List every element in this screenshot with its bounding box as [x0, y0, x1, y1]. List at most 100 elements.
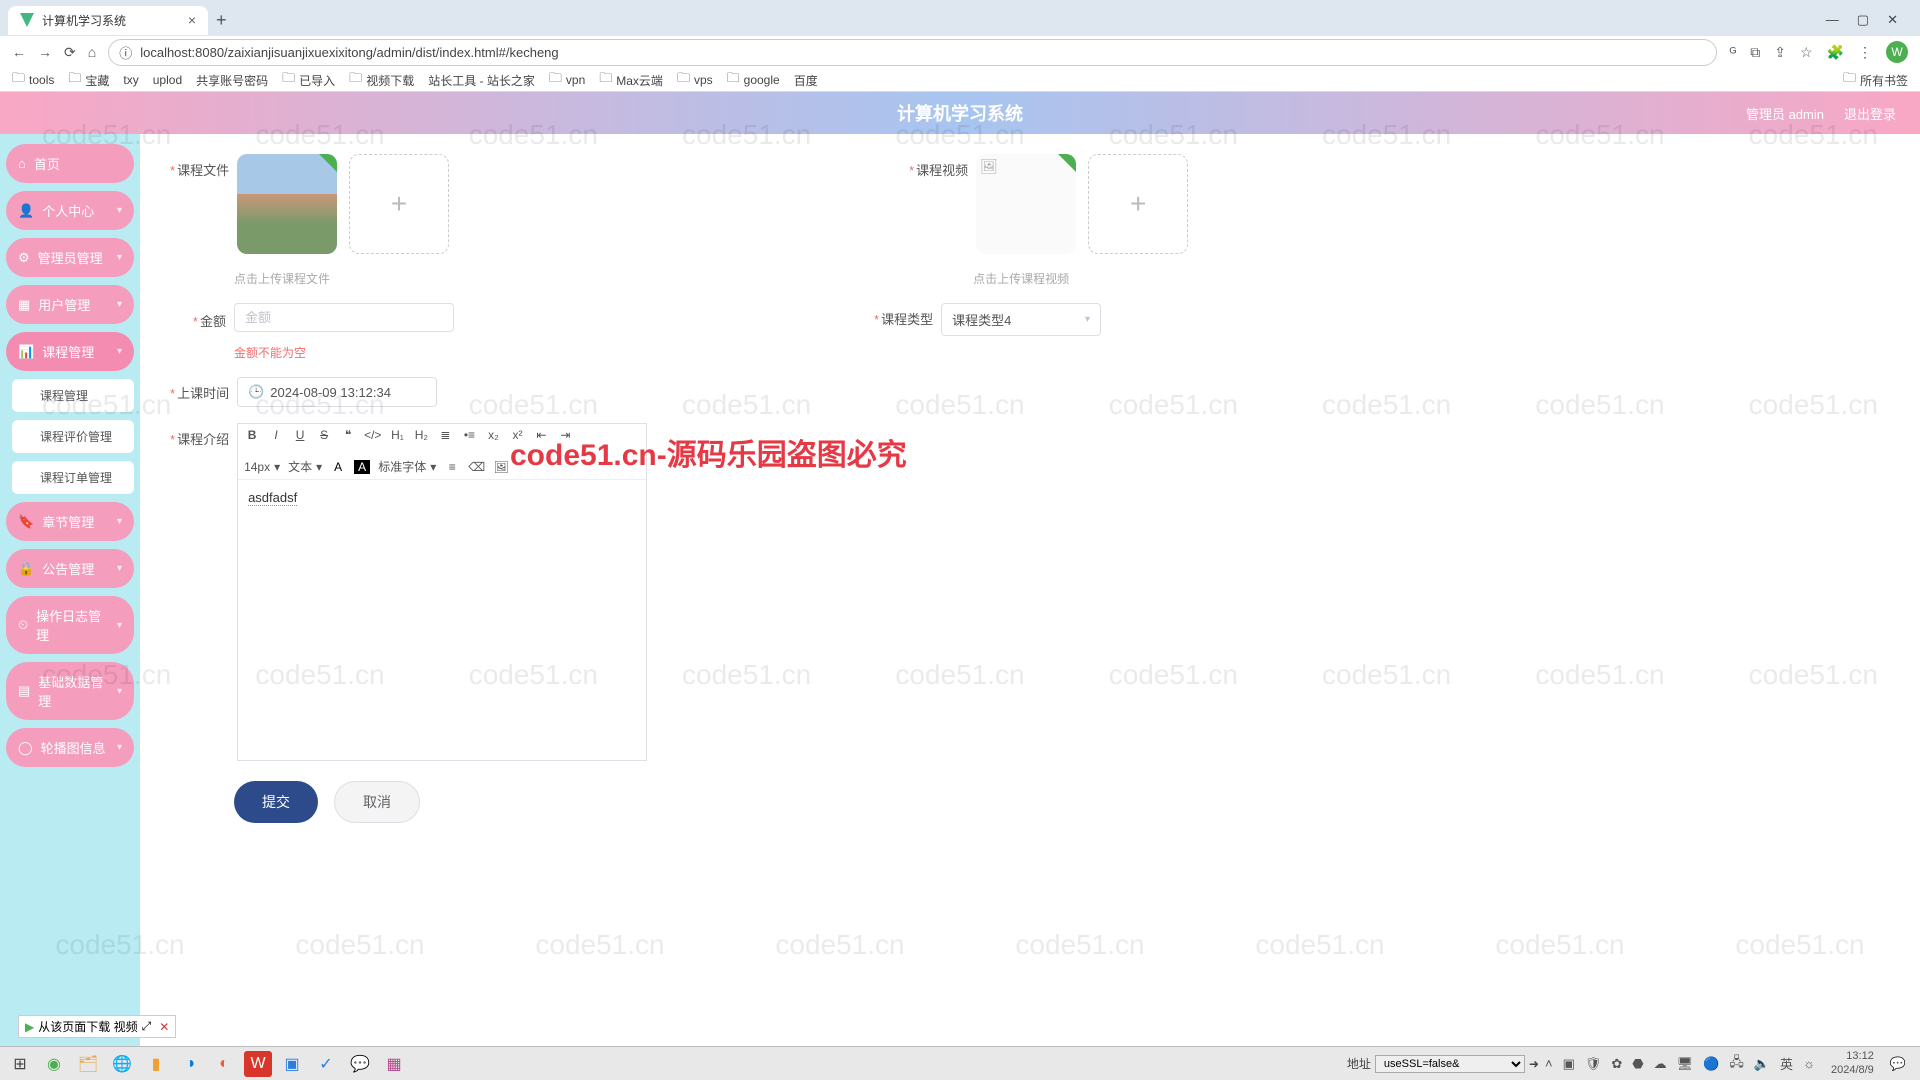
tray-volume-icon[interactable]: 🔈 — [1754, 1056, 1770, 1072]
bm-all[interactable]: 所有书签 — [1843, 69, 1908, 91]
tray-icon[interactable]: ☁ — [1654, 1056, 1667, 1072]
task-app-5[interactable]: ✓ — [312, 1051, 340, 1077]
task-ide[interactable]: ▦ — [380, 1051, 408, 1077]
tray-icon[interactable]: 🛡 — [1585, 1056, 1602, 1072]
bm-video[interactable]: 视频下载 — [349, 69, 414, 91]
notification-icon[interactable]: 💬 — [1890, 1056, 1906, 1072]
sub-icon[interactable]: x₂ — [485, 428, 501, 442]
outdent-icon[interactable]: ⇤ — [533, 428, 549, 442]
go-icon[interactable]: ➜ — [1529, 1057, 1539, 1071]
close-icon[interactable]: ✕ — [159, 1020, 169, 1034]
nav-banner[interactable]: ◯轮播图信息▾ — [6, 728, 134, 767]
taskbar-clock[interactable]: 13:12 2024/8/9 — [1825, 1050, 1880, 1076]
expand-icon[interactable]: ⤢ — [142, 1019, 152, 1034]
bm-vpn[interactable]: vpn — [549, 69, 585, 91]
task-app-3[interactable]: ◐ — [210, 1051, 238, 1077]
bg-color-icon[interactable]: A — [354, 460, 370, 474]
tray-up-icon[interactable]: ˄ — [1545, 1056, 1553, 1071]
font-style-select[interactable]: 文本 ▾ — [288, 458, 322, 475]
sql-select[interactable]: useSSL=false& — [1375, 1055, 1525, 1073]
tray-icon[interactable]: ▣ — [1563, 1056, 1575, 1072]
underline-icon[interactable]: U — [292, 428, 308, 442]
course-video-thumb[interactable] — [976, 154, 1076, 254]
tray-icon[interactable]: 🖥 — [1677, 1056, 1694, 1072]
price-input[interactable] — [234, 303, 454, 332]
italic-icon[interactable]: I — [268, 428, 284, 442]
bm-import[interactable]: 已导入 — [282, 69, 335, 91]
bm-max[interactable]: Max云端 — [599, 69, 663, 91]
image-icon[interactable]: 🖼 — [493, 460, 509, 474]
download-widget[interactable]: ▶ 从该页面下载 视频 ⤢ ✕ — [18, 1015, 176, 1038]
bold-icon[interactable]: B — [244, 428, 260, 442]
task-wechat[interactable]: 💬 — [346, 1051, 374, 1077]
font-family-select[interactable]: 标准字体 ▾ — [378, 458, 436, 475]
ul-icon[interactable]: •≡ — [461, 428, 477, 442]
nav-basedata[interactable]: ▤基础数据管理▾ — [6, 662, 134, 720]
minimize-icon[interactable]: — — [1826, 12, 1839, 28]
task-edge[interactable]: ◑ — [176, 1051, 204, 1077]
forward-icon[interactable]: → — [38, 44, 52, 60]
nav-chapter[interactable]: 🔖章节管理▾ — [6, 502, 134, 541]
close-window-icon[interactable]: ✕ — [1887, 12, 1898, 28]
datetime-input[interactable]: 🕒 2024-08-09 13:12:34 — [237, 377, 437, 407]
close-tab-icon[interactable]: × — [188, 12, 196, 28]
nav-log[interactable]: ⏲操作日志管理▾ — [6, 596, 134, 654]
font-size-select[interactable]: 14px ▾ — [244, 460, 280, 474]
home-icon[interactable]: ⌂ — [88, 44, 96, 60]
browser-tab[interactable]: 计算机学习系统 × — [8, 6, 208, 35]
logout-link[interactable]: 退出登录 — [1844, 104, 1896, 123]
tray-network-icon[interactable]: 🖧 — [1729, 1053, 1744, 1075]
nav-notice[interactable]: 🔒公告管理▾ — [6, 549, 134, 588]
tray-icon[interactable]: ⬣ — [1632, 1056, 1643, 1072]
indent-icon[interactable]: ⇥ — [557, 428, 573, 442]
translate-icon[interactable]: ᴳ — [1729, 44, 1736, 60]
nav-home[interactable]: ⌂首页 — [6, 144, 134, 183]
bm-tools[interactable]: tools — [12, 69, 54, 91]
task-chrome[interactable]: 🌐 — [108, 1051, 136, 1077]
submit-button[interactable]: 提交 — [234, 781, 318, 823]
reload-icon[interactable]: ⟳ — [64, 44, 76, 61]
task-app-1[interactable]: ◉ — [40, 1051, 68, 1077]
quote-icon[interactable]: ❝ — [340, 428, 356, 442]
bookmark-icon[interactable]: ☆ — [1800, 44, 1813, 61]
h2-icon[interactable]: H₂ — [413, 428, 429, 442]
menu-icon[interactable]: ⋮ — [1858, 44, 1872, 61]
bm-google[interactable]: google — [727, 69, 780, 91]
qr-icon[interactable]: ⧉ — [1750, 44, 1760, 61]
maximize-icon[interactable]: ▢ — [1857, 12, 1869, 28]
upload-file-button[interactable]: + — [349, 154, 449, 254]
subnav-course-mgmt[interactable]: 课程管理 — [12, 379, 134, 412]
bm-txy[interactable]: txy — [123, 73, 138, 87]
sup-icon[interactable]: x² — [509, 428, 525, 442]
back-icon[interactable]: ← — [12, 44, 26, 60]
bm-zz[interactable]: 站长工具 - 站长之家 — [428, 72, 535, 89]
user-label[interactable]: 管理员 admin — [1746, 104, 1824, 123]
bm-uplod[interactable]: uplod — [153, 73, 182, 87]
upload-video-button[interactable]: + — [1088, 154, 1188, 254]
new-tab-button[interactable]: + — [216, 10, 227, 31]
subnav-course-review[interactable]: 课程评价管理 — [12, 420, 134, 453]
bm-share[interactable]: 共享账号密码 — [196, 72, 268, 89]
task-app-4[interactable]: ▣ — [278, 1051, 306, 1077]
task-app-2[interactable]: ▮ — [142, 1051, 170, 1077]
bm-baidu[interactable]: 百度 — [794, 72, 818, 89]
tray-icon[interactable]: 🔵 — [1703, 1056, 1719, 1072]
bm-treasure[interactable]: 宝藏 — [68, 69, 109, 91]
nav-course[interactable]: 📊课程管理▾ — [6, 332, 134, 371]
task-wps[interactable]: W — [244, 1051, 272, 1077]
nav-admin[interactable]: ⚙管理员管理▾ — [6, 238, 134, 277]
editor-body[interactable]: asdfadsf — [238, 480, 646, 760]
h1-icon[interactable]: H₁ — [389, 428, 405, 442]
text-color-icon[interactable]: A — [330, 460, 346, 474]
course-file-thumb[interactable] — [237, 154, 337, 254]
share-icon[interactable]: ⇪ — [1774, 44, 1786, 61]
strike-icon[interactable]: S — [316, 428, 332, 442]
tray-ime[interactable]: 英 — [1780, 1054, 1793, 1073]
type-select[interactable]: 课程类型4 ▾ — [941, 303, 1101, 336]
code-icon[interactable]: </> — [364, 428, 381, 442]
tray-icon[interactable]: ✿ — [1611, 1056, 1622, 1072]
nav-profile[interactable]: 👤个人中心▾ — [6, 191, 134, 230]
profile-avatar[interactable]: W — [1886, 41, 1908, 63]
bm-vps[interactable]: vps — [677, 69, 713, 91]
nav-users[interactable]: ▦用户管理▾ — [6, 285, 134, 324]
